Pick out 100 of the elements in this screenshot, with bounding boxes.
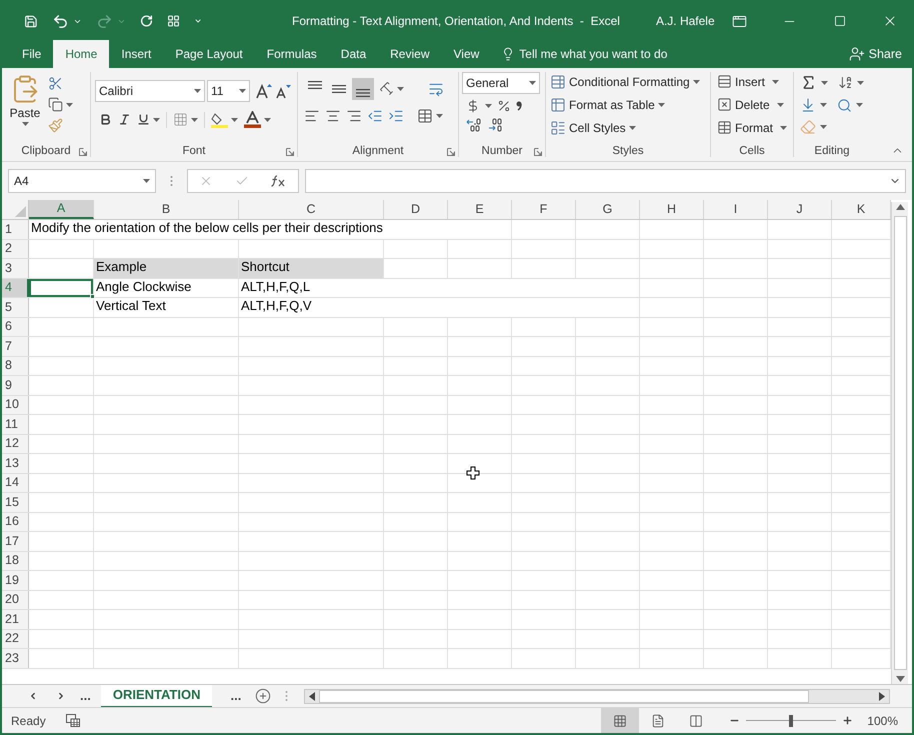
table-cell[interactable]: ALT,H,F,Q,V xyxy=(239,298,639,316)
ribbon-tab[interactable]: Page Layout xyxy=(163,40,255,68)
column-header[interactable]: G xyxy=(576,200,640,219)
dialog-launcher-icon[interactable] xyxy=(286,148,294,156)
ribbon-tab[interactable]: Data xyxy=(328,40,378,68)
row-header[interactable]: 4 xyxy=(2,278,29,297)
row-header[interactable]: 2 xyxy=(2,240,29,258)
row-header[interactable]: 6 xyxy=(2,318,29,336)
table-cell[interactable]: Modify the orientation of the below cells per their descriptions xyxy=(29,220,511,238)
insert-function-icon[interactable] xyxy=(271,175,287,187)
fill-color-icon[interactable] xyxy=(211,111,228,128)
column-header[interactable]: D xyxy=(384,200,448,219)
comma-icon[interactable] xyxy=(516,101,522,111)
sort-icon[interactable] xyxy=(838,75,853,90)
merge-center-icon[interactable] xyxy=(417,108,433,124)
increase-indent-icon[interactable] xyxy=(388,108,404,124)
dialog-launcher-icon[interactable] xyxy=(447,148,455,156)
ribbon-display-icon[interactable] xyxy=(732,14,748,28)
tell-me-field[interactable]: Tell me what you want to do xyxy=(519,45,668,63)
row-header[interactable]: 13 xyxy=(2,454,29,472)
scroll-up-icon[interactable] xyxy=(896,204,904,210)
align-left-icon[interactable] xyxy=(304,108,320,124)
next-sheet-icon[interactable] xyxy=(56,691,66,701)
ribbon-tab[interactable]: Insert xyxy=(109,40,164,68)
dialog-launcher-icon[interactable] xyxy=(534,148,542,156)
number-format-field[interactable]: General xyxy=(462,72,540,94)
font-size-field[interactable]: 11 xyxy=(207,80,250,102)
row-header[interactable]: 7 xyxy=(2,337,29,356)
ribbon-tab[interactable]: Home xyxy=(53,40,110,68)
row-header[interactable]: 12 xyxy=(2,434,29,453)
previous-sheet-icon[interactable] xyxy=(28,691,38,701)
paste-button[interactable]: Paste xyxy=(8,74,42,133)
row-header[interactable]: 18 xyxy=(2,552,29,570)
row-header[interactable]: 20 xyxy=(2,590,29,609)
row-header[interactable]: 23 xyxy=(2,649,29,668)
column-header[interactable]: F xyxy=(512,200,576,219)
view-button[interactable] xyxy=(601,708,640,733)
selected-cell[interactable] xyxy=(29,278,93,297)
ribbon-tab[interactable]: Formulas xyxy=(254,40,329,68)
column-header[interactable]: A xyxy=(29,200,94,219)
table-cell[interactable]: Vertical Text xyxy=(94,298,238,316)
italic-icon[interactable] xyxy=(118,113,131,126)
formula-field[interactable] xyxy=(305,169,906,193)
ribbon-tab[interactable]: Review xyxy=(378,40,442,68)
decrease-decimal-icon[interactable] xyxy=(488,118,504,132)
scroll-left-icon[interactable] xyxy=(309,692,316,700)
shrink-font-icon[interactable] xyxy=(275,83,291,99)
cells-button[interactable]: Format xyxy=(717,118,787,137)
zoom-level[interactable]: 100% xyxy=(867,712,898,730)
fill-handle[interactable] xyxy=(90,294,95,299)
increase-decimal-icon[interactable] xyxy=(466,118,482,132)
ribbon-tab[interactable]: File xyxy=(10,40,54,68)
wrap-text-icon[interactable] xyxy=(428,81,444,97)
styles-button[interactable]: Cell Styles xyxy=(550,118,706,137)
grow-font-icon[interactable] xyxy=(255,82,273,100)
font-name-field[interactable]: Calibri xyxy=(95,80,205,102)
row-header[interactable]: 16 xyxy=(2,512,29,531)
font-color-icon[interactable] xyxy=(244,111,261,128)
save-icon[interactable] xyxy=(24,12,38,30)
column-header[interactable]: J xyxy=(768,200,832,219)
vertical-align-button[interactable] xyxy=(352,78,374,100)
undo-icon[interactable] xyxy=(52,12,69,30)
row-header[interactable]: 22 xyxy=(2,630,29,648)
row-header[interactable]: 11 xyxy=(2,415,29,434)
table-cell[interactable]: Shortcut xyxy=(239,259,383,278)
row-header[interactable]: 8 xyxy=(2,356,29,375)
underline-icon[interactable] xyxy=(137,113,150,126)
row-header[interactable]: 14 xyxy=(2,474,29,492)
cells-button[interactable]: Delete xyxy=(717,95,787,114)
bold-icon[interactable] xyxy=(99,113,112,126)
vertical-scrollbar[interactable] xyxy=(891,202,908,684)
copy-icon[interactable] xyxy=(48,97,63,112)
table-cell[interactable]: Example xyxy=(94,259,238,278)
cut-icon[interactable] xyxy=(48,76,63,91)
fill-icon[interactable] xyxy=(800,97,816,113)
more-sheets-button[interactable]: ... xyxy=(80,686,91,706)
row-header[interactable]: 21 xyxy=(2,610,29,628)
dialog-launcher-icon[interactable] xyxy=(79,148,87,156)
share-button[interactable]: Share xyxy=(868,44,902,64)
row-header[interactable]: 1 xyxy=(2,220,29,238)
zoom-slider[interactable] xyxy=(746,714,836,726)
row-header[interactable]: 5 xyxy=(2,298,29,316)
row-header[interactable]: 19 xyxy=(2,571,29,590)
row-header[interactable]: 3 xyxy=(2,259,29,278)
maximize-icon[interactable] xyxy=(834,15,846,27)
sheet-tab[interactable]: ORIENTATION xyxy=(100,684,212,708)
row-header[interactable]: 17 xyxy=(2,532,29,550)
row-header[interactable]: 9 xyxy=(2,376,29,394)
percent-icon[interactable] xyxy=(497,99,511,113)
align-right-icon[interactable] xyxy=(346,108,362,124)
row-header[interactable]: 15 xyxy=(2,493,29,512)
ribbon-tab[interactable]: View xyxy=(442,40,492,68)
row-header[interactable]: 10 xyxy=(2,396,29,414)
table-cell[interactable]: Angle Clockwise xyxy=(94,278,238,297)
table-cell[interactable]: ALT,H,F,Q,L xyxy=(239,278,639,297)
scroll-right-icon[interactable] xyxy=(879,692,885,700)
macro-record-icon[interactable] xyxy=(66,714,80,727)
currency-icon[interactable] xyxy=(466,99,480,113)
cells-button[interactable]: Insert xyxy=(717,72,787,91)
column-header[interactable]: E xyxy=(448,200,512,219)
